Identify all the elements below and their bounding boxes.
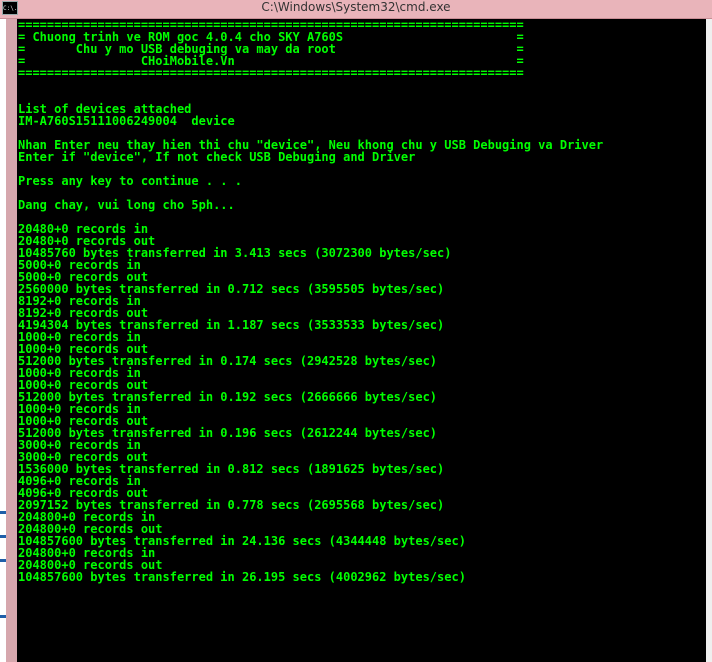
console-line: ========================================… [18,66,524,80]
console-line: Enter if "device", If not check USB Debu… [18,150,416,164]
console-line: Press any key to continue . . . [18,174,242,188]
vertical-scrollbar[interactable] [706,19,712,662]
window-left-border [6,19,17,662]
window-title: C:\Windows\System32\cmd.exe [261,0,451,14]
console-line: IM-A760S15111006249004 device [18,114,235,128]
console-output-area[interactable]: ========================================… [17,19,706,662]
window-titlebar[interactable]: C:\. C:\Windows\System32\cmd.exe [0,0,712,19]
console-line: Dang chay, vui long cho 5ph... [18,198,235,212]
console-line: 104857600 bytes transferred in 26.195 se… [18,570,466,584]
console-text: ========================================… [18,19,603,583]
